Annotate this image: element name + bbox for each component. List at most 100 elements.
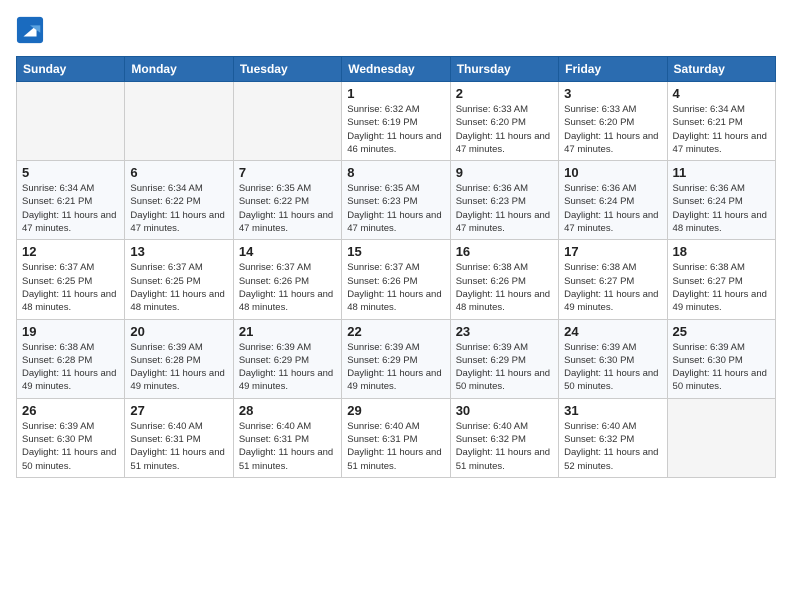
day-number: 17 (564, 244, 661, 259)
logo (16, 16, 48, 44)
calendar-cell: 26 Sunrise: 6:39 AM Sunset: 6:30 PM Dayli… (17, 398, 125, 477)
calendar-weekday-thursday: Thursday (450, 57, 558, 82)
day-info: Sunrise: 6:34 AM Sunset: 6:22 PM Dayligh… (130, 182, 227, 235)
day-info: Sunrise: 6:39 AM Sunset: 6:30 PM Dayligh… (673, 341, 770, 394)
calendar-cell: 16 Sunrise: 6:38 AM Sunset: 6:26 PM Dayli… (450, 240, 558, 319)
calendar-cell: 12 Sunrise: 6:37 AM Sunset: 6:25 PM Dayli… (17, 240, 125, 319)
day-info: Sunrise: 6:34 AM Sunset: 6:21 PM Dayligh… (673, 103, 770, 156)
calendar-cell: 10 Sunrise: 6:36 AM Sunset: 6:24 PM Dayli… (559, 161, 667, 240)
day-info: Sunrise: 6:33 AM Sunset: 6:20 PM Dayligh… (456, 103, 553, 156)
day-info: Sunrise: 6:40 AM Sunset: 6:31 PM Dayligh… (347, 420, 444, 473)
day-number: 1 (347, 86, 444, 101)
calendar-week-row: 19 Sunrise: 6:38 AM Sunset: 6:28 PM Dayli… (17, 319, 776, 398)
day-number: 11 (673, 165, 770, 180)
day-info: Sunrise: 6:38 AM Sunset: 6:27 PM Dayligh… (673, 261, 770, 314)
calendar-cell: 25 Sunrise: 6:39 AM Sunset: 6:30 PM Dayli… (667, 319, 775, 398)
day-number: 28 (239, 403, 336, 418)
day-number: 20 (130, 324, 227, 339)
calendar-cell: 28 Sunrise: 6:40 AM Sunset: 6:31 PM Dayli… (233, 398, 341, 477)
calendar-cell: 21 Sunrise: 6:39 AM Sunset: 6:29 PM Dayli… (233, 319, 341, 398)
calendar-weekday-tuesday: Tuesday (233, 57, 341, 82)
calendar-table: SundayMondayTuesdayWednesdayThursdayFrid… (16, 56, 776, 478)
calendar-cell: 29 Sunrise: 6:40 AM Sunset: 6:31 PM Dayli… (342, 398, 450, 477)
calendar-cell: 8Sunrise: 6:35 AM Sunset: 6:23 PM Daylig… (342, 161, 450, 240)
day-number: 9 (456, 165, 553, 180)
calendar-cell: 4Sunrise: 6:34 AM Sunset: 6:21 PM Daylig… (667, 82, 775, 161)
day-info: Sunrise: 6:39 AM Sunset: 6:28 PM Dayligh… (130, 341, 227, 394)
day-number: 30 (456, 403, 553, 418)
calendar-cell: 30 Sunrise: 6:40 AM Sunset: 6:32 PM Dayli… (450, 398, 558, 477)
day-info: Sunrise: 6:37 AM Sunset: 6:25 PM Dayligh… (22, 261, 119, 314)
calendar-cell: 27 Sunrise: 6:40 AM Sunset: 6:31 PM Dayli… (125, 398, 233, 477)
day-number: 10 (564, 165, 661, 180)
calendar-cell: 6Sunrise: 6:34 AM Sunset: 6:22 PM Daylig… (125, 161, 233, 240)
calendar-cell: 13 Sunrise: 6:37 AM Sunset: 6:25 PM Dayli… (125, 240, 233, 319)
calendar-cell: 9 Sunrise: 6:36 AM Sunset: 6:23 PM Daylig… (450, 161, 558, 240)
day-number: 18 (673, 244, 770, 259)
day-number: 29 (347, 403, 444, 418)
day-info: Sunrise: 6:38 AM Sunset: 6:27 PM Dayligh… (564, 261, 661, 314)
day-info: Sunrise: 6:40 AM Sunset: 6:32 PM Dayligh… (456, 420, 553, 473)
calendar-cell: 23Sunrise: 6:39 AM Sunset: 6:29 PM Dayli… (450, 319, 558, 398)
day-info: Sunrise: 6:36 AM Sunset: 6:24 PM Dayligh… (673, 182, 770, 235)
calendar-cell (233, 82, 341, 161)
calendar-cell (125, 82, 233, 161)
page-header (16, 16, 776, 44)
day-number: 12 (22, 244, 119, 259)
day-info: Sunrise: 6:39 AM Sunset: 6:30 PM Dayligh… (22, 420, 119, 473)
calendar-weekday-monday: Monday (125, 57, 233, 82)
day-info: Sunrise: 6:33 AM Sunset: 6:20 PM Dayligh… (564, 103, 661, 156)
day-number: 16 (456, 244, 553, 259)
day-info: Sunrise: 6:39 AM Sunset: 6:30 PM Dayligh… (564, 341, 661, 394)
day-info: Sunrise: 6:37 AM Sunset: 6:25 PM Dayligh… (130, 261, 227, 314)
day-info: Sunrise: 6:38 AM Sunset: 6:26 PM Dayligh… (456, 261, 553, 314)
calendar-week-row: 1 Sunrise: 6:32 AM Sunset: 6:19 PM Daylig… (17, 82, 776, 161)
day-number: 21 (239, 324, 336, 339)
day-number: 31 (564, 403, 661, 418)
day-info: Sunrise: 6:40 AM Sunset: 6:31 PM Dayligh… (239, 420, 336, 473)
calendar-weekday-sunday: Sunday (17, 57, 125, 82)
calendar-header-row: SundayMondayTuesdayWednesdayThursdayFrid… (17, 57, 776, 82)
day-info: Sunrise: 6:36 AM Sunset: 6:24 PM Dayligh… (564, 182, 661, 235)
calendar-cell: 1 Sunrise: 6:32 AM Sunset: 6:19 PM Daylig… (342, 82, 450, 161)
day-number: 27 (130, 403, 227, 418)
day-info: Sunrise: 6:40 AM Sunset: 6:32 PM Dayligh… (564, 420, 661, 473)
day-number: 14 (239, 244, 336, 259)
day-info: Sunrise: 6:37 AM Sunset: 6:26 PM Dayligh… (347, 261, 444, 314)
day-info: Sunrise: 6:32 AM Sunset: 6:19 PM Dayligh… (347, 103, 444, 156)
logo-icon (16, 16, 44, 44)
calendar-cell (17, 82, 125, 161)
day-info: Sunrise: 6:36 AM Sunset: 6:23 PM Dayligh… (456, 182, 553, 235)
day-info: Sunrise: 6:39 AM Sunset: 6:29 PM Dayligh… (347, 341, 444, 394)
day-info: Sunrise: 6:35 AM Sunset: 6:23 PM Dayligh… (347, 182, 444, 235)
calendar-cell: 22 Sunrise: 6:39 AM Sunset: 6:29 PM Dayli… (342, 319, 450, 398)
day-info: Sunrise: 6:38 AM Sunset: 6:28 PM Dayligh… (22, 341, 119, 394)
calendar-week-row: 26 Sunrise: 6:39 AM Sunset: 6:30 PM Dayli… (17, 398, 776, 477)
calendar-cell: 14Sunrise: 6:37 AM Sunset: 6:26 PM Dayli… (233, 240, 341, 319)
day-info: Sunrise: 6:34 AM Sunset: 6:21 PM Dayligh… (22, 182, 119, 235)
day-number: 13 (130, 244, 227, 259)
day-info: Sunrise: 6:39 AM Sunset: 6:29 PM Dayligh… (239, 341, 336, 394)
calendar-cell: 17 Sunrise: 6:38 AM Sunset: 6:27 PM Dayli… (559, 240, 667, 319)
calendar-weekday-saturday: Saturday (667, 57, 775, 82)
day-info: Sunrise: 6:40 AM Sunset: 6:31 PM Dayligh… (130, 420, 227, 473)
calendar-week-row: 5 Sunrise: 6:34 AM Sunset: 6:21 PM Daylig… (17, 161, 776, 240)
day-number: 25 (673, 324, 770, 339)
calendar-weekday-friday: Friday (559, 57, 667, 82)
calendar-cell (667, 398, 775, 477)
calendar-cell: 7Sunrise: 6:35 AM Sunset: 6:22 PM Daylig… (233, 161, 341, 240)
day-number: 24 (564, 324, 661, 339)
calendar-weekday-wednesday: Wednesday (342, 57, 450, 82)
day-number: 26 (22, 403, 119, 418)
day-number: 19 (22, 324, 119, 339)
calendar-cell: 19 Sunrise: 6:38 AM Sunset: 6:28 PM Dayli… (17, 319, 125, 398)
day-info: Sunrise: 6:35 AM Sunset: 6:22 PM Dayligh… (239, 182, 336, 235)
day-number: 5 (22, 165, 119, 180)
day-number: 22 (347, 324, 444, 339)
day-number: 23 (456, 324, 553, 339)
calendar-cell: 5 Sunrise: 6:34 AM Sunset: 6:21 PM Daylig… (17, 161, 125, 240)
day-number: 3 (564, 86, 661, 101)
calendar-cell: 24 Sunrise: 6:39 AM Sunset: 6:30 PM Dayli… (559, 319, 667, 398)
day-number: 15 (347, 244, 444, 259)
calendar-cell: 11 Sunrise: 6:36 AM Sunset: 6:24 PM Dayli… (667, 161, 775, 240)
